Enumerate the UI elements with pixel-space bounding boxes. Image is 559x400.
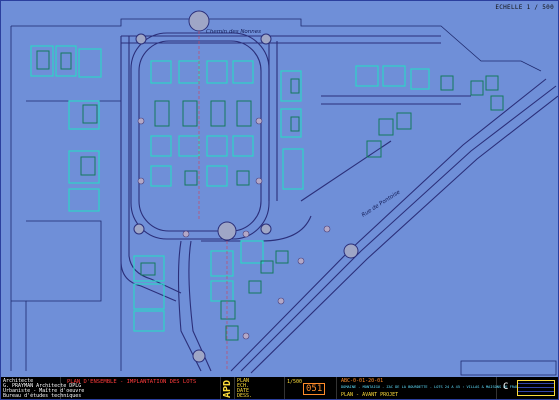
site-plan-canvas[interactable]: Chemin des Nonnes Rue de Pontoise	[1, 1, 558, 377]
sheet-cell: 1/500 051	[285, 377, 337, 399]
revision-cell: C	[497, 377, 558, 399]
road-network	[120, 32, 558, 374]
phase-line-4: DESS.	[237, 393, 253, 399]
revision-grid	[517, 380, 555, 396]
drawing-title: PLAN D'ENSEMBLE - IMPLANTATION DES LOTS	[67, 379, 197, 385]
revision-letter: C	[503, 382, 509, 392]
phase-cell: PLAN ECH. DATE DESS.	[235, 377, 285, 399]
apd-label: APD	[222, 379, 233, 398]
project-cell: ABC-0-01-20-01 DOMAINE - MONTAIGU - ZAC …	[337, 377, 523, 399]
street-label-top: Chemin des Nonnes	[206, 29, 261, 35]
sheet-number: 051	[303, 383, 326, 395]
scale-value: 1/500	[287, 379, 303, 385]
company-cell: Architecte G. PRAYMAN Architecte DPLG Ur…	[1, 377, 84, 399]
street-labels: Chemin des Nonnes Rue de Pontoise	[206, 29, 402, 219]
sub-line: PLAN - AVANT PROJET	[341, 392, 399, 398]
title-cell: PLAN D'ENSEMBLE - IMPLANTATION DES LOTS	[61, 377, 221, 399]
title-block: Architecte G. PRAYMAN Architecte DPLG Ur…	[1, 377, 558, 399]
building-footprints	[36, 50, 504, 341]
site-boundary	[10, 18, 557, 376]
apd-cell: APD	[221, 377, 235, 399]
drawing-viewport[interactable]: Chemin des Nonnes Rue de Pontoise ECHELL…	[0, 0, 559, 400]
lot-outlines	[30, 45, 430, 332]
street-label-diagonal: Rue de Pontoise	[361, 189, 402, 219]
ref-code: ABC-0-01-20-01	[341, 378, 384, 384]
scale-label: ECHELLE 1 / 500	[495, 4, 554, 11]
axis-lines	[198, 31, 228, 371]
project-line: DOMAINE - MONTAIGU - ZAC DE LA BOURDETTE…	[341, 385, 523, 389]
